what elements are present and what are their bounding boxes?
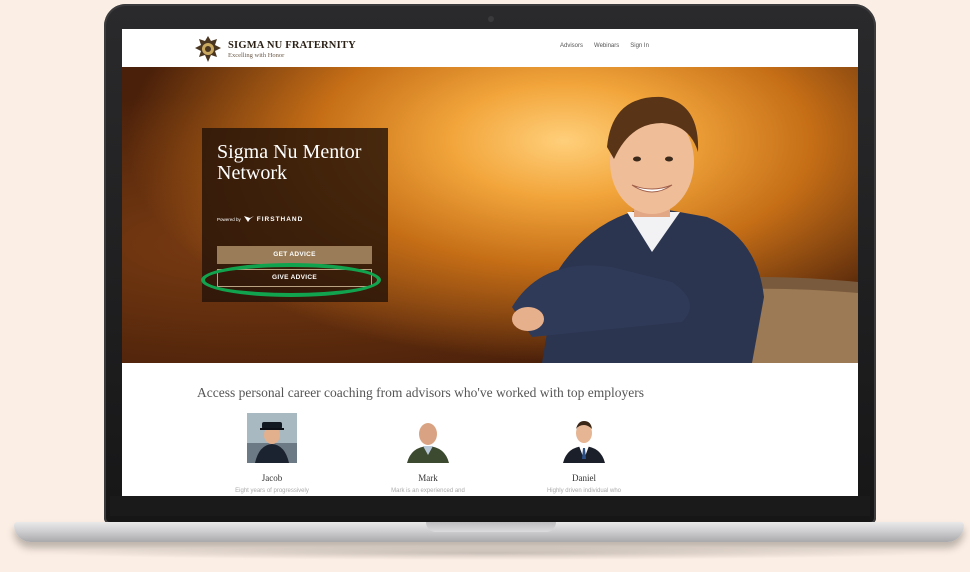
hero-banner: Sigma Nu Mentor Network Powered by FIRST… (122, 67, 858, 363)
nav-webinars[interactable]: Webinars (594, 43, 619, 49)
powered-by: Powered by FIRSTHAND (217, 215, 303, 223)
sigma-nu-crest-icon[interactable] (194, 35, 222, 63)
advisor-card[interactable]: Jacob Eight years of progressively (212, 413, 332, 494)
advisor-name: Daniel (572, 473, 596, 483)
top-nav: Advisors Webinars Sign In (560, 43, 649, 49)
get-advice-button[interactable]: GET ADVICE (217, 246, 372, 264)
advisor-name: Mark (418, 473, 438, 483)
advisor-blurb: Eight years of progressively (235, 488, 309, 494)
hero-title: Sigma Nu Mentor Network (217, 141, 362, 184)
partner-name: FIRSTHAND (256, 215, 304, 223)
advisor-photo[interactable] (403, 413, 453, 463)
advisor-blurb: Highly driven individual who (546, 488, 622, 494)
advisor-photo[interactable] (247, 413, 297, 463)
highlight-ring (201, 263, 381, 297)
advisor-blurb: Mark is an experienced and (391, 488, 465, 494)
laptop-screen: SIGMA NU FRATERNITY Excelling with Honor… (122, 29, 858, 496)
brand-tagline: Excelling with Honor (228, 52, 285, 59)
nav-advisors[interactable]: Advisors (560, 43, 583, 49)
brand-name[interactable]: SIGMA NU FRATERNITY (228, 40, 356, 51)
hero-photo (512, 96, 858, 363)
powered-by-label: Powered by (217, 216, 241, 222)
advisor-card[interactable]: Daniel Highly driven individual who (524, 413, 644, 494)
advisor-card[interactable]: Mark Mark is an experienced and (368, 413, 488, 494)
firsthand-logo-icon (243, 216, 254, 222)
site-header: SIGMA NU FRATERNITY Excelling with Honor… (122, 29, 858, 67)
advisor-photo[interactable] (559, 413, 609, 463)
advisor-name: Jacob (261, 473, 283, 483)
laptop-chin (110, 496, 870, 516)
laptop-shadow (40, 546, 940, 560)
laptop-camera (488, 16, 494, 22)
laptop-notch (426, 522, 556, 532)
section-tagline: Access personal career coaching from adv… (197, 385, 645, 400)
nav-sign-in[interactable]: Sign In (630, 43, 649, 49)
